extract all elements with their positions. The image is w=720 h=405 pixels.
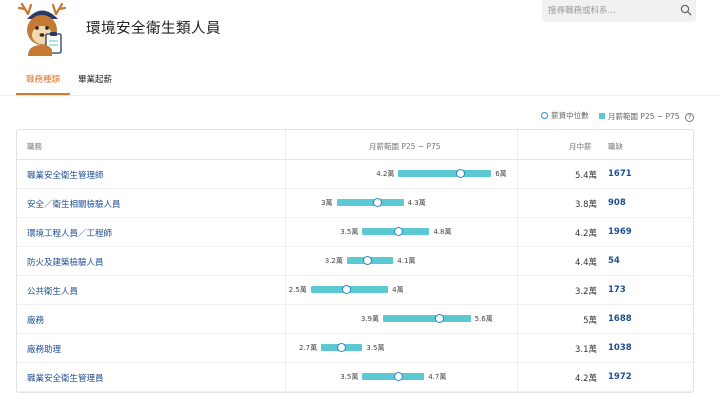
legend-median-label: 薪資中位數: [551, 111, 589, 120]
p25-label: 2.7萬: [298, 344, 318, 352]
table-row[interactable]: 職業安全衛生管理師 4.2萬 6萬 5.4萬 1671: [17, 160, 693, 189]
job-title-link[interactable]: 廠務: [27, 314, 44, 326]
legend-range-label: 月薪範圍 P25 ~ P75: [608, 111, 680, 121]
job-count-link[interactable]: 1671: [608, 169, 632, 179]
job-count-link[interactable]: 1969: [608, 227, 632, 237]
help-icon[interactable]: ?: [685, 113, 694, 122]
table-header: 職務 月薪範圍 P25 ~ P75 月中薪 職缺: [17, 130, 693, 160]
median-marker: [362, 256, 372, 265]
p75-label: 4.8萬: [433, 228, 452, 236]
median-dot-icon: [541, 112, 549, 119]
salary-range-chart: 2.5萬 4萬: [285, 276, 517, 305]
job-title-link[interactable]: 職業安全衛生管理員: [27, 372, 104, 384]
salary-range-chart: 3.2萬 4.1萬: [285, 247, 517, 276]
tab-graduate-salary[interactable]: 畢業起薪: [78, 73, 112, 85]
salary-range-bar: [336, 199, 404, 206]
salary-range-bar: [398, 170, 492, 177]
median-salary: 4.2萬: [574, 229, 597, 239]
p75-label: 4.3萬: [407, 199, 426, 207]
job-count-link[interactable]: 1972: [608, 372, 632, 382]
salary-range-chart: 3.9萬 5.6萬: [285, 305, 517, 334]
job-title-link[interactable]: 職業安全衛生管理師: [27, 169, 104, 181]
job-count-link[interactable]: 54: [608, 256, 620, 266]
salary-range-chart: 3.5萬 4.8萬: [285, 218, 517, 247]
p25-label: 3.5萬: [340, 228, 359, 236]
p25-label: 3.5萬: [340, 373, 359, 381]
job-count-link[interactable]: 173: [608, 285, 626, 295]
median-salary: 4.2萬: [574, 374, 597, 384]
job-title-link[interactable]: 公共衛生人員: [27, 285, 78, 297]
p75-label: 5.6萬: [474, 315, 493, 323]
median-marker: [393, 227, 403, 236]
search-input[interactable]: [548, 3, 672, 19]
salary-range-chart: 3.5萬 4.7萬: [285, 363, 517, 392]
p75-label: 4.1萬: [397, 257, 416, 265]
median-salary: 5萬: [583, 316, 597, 326]
salary-table: 職務 月薪範圍 P25 ~ P75 月中薪 職缺 職業安全衛生管理師 4.2萬 6萬…: [16, 129, 694, 393]
page-header: 環境安全衛生類人員: [0, 0, 720, 62]
median-salary: 5.4萬: [574, 171, 597, 181]
salary-range-bar: [382, 315, 471, 322]
chart-legend: 薪資中位數 月薪範圍 P25 ~ P75 ?: [533, 110, 694, 122]
deer-mascot-logo: [17, 2, 67, 56]
salary-range-chart: 4.2萬 6萬: [285, 160, 517, 189]
p75-label: 3.5萬: [366, 344, 385, 352]
table-row[interactable]: 廠務 3.9萬 5.6萬 5萬 1688: [17, 305, 693, 334]
p25-label: 3.2萬: [324, 257, 343, 265]
header-median: 月中薪: [569, 142, 592, 151]
salary-range-chart: 2.7萬 3.5萬: [285, 334, 517, 363]
job-title-link[interactable]: 廠務助理: [27, 343, 61, 355]
p75-label: 4萬: [392, 286, 404, 294]
legend-median: 薪資中位數: [541, 110, 589, 121]
job-title-link[interactable]: 環境工程人員／工程師: [27, 227, 112, 239]
job-title-link[interactable]: 防火及建築檢驗人員: [27, 256, 104, 268]
p25-label: 3.9萬: [360, 315, 379, 323]
header-job: 職務: [27, 142, 42, 151]
table-row[interactable]: 安全／衛生相關檢驗人員 3萬 4.3萬 3.8萬 908: [17, 189, 693, 218]
job-count-link[interactable]: 1038: [608, 343, 632, 353]
tab-job-types[interactable]: 職務種類: [16, 73, 70, 95]
tabs-divider: [0, 95, 720, 96]
median-salary: 3.2萬: [574, 287, 597, 297]
median-salary: 3.8萬: [574, 200, 597, 210]
header-count: 職缺: [608, 142, 623, 151]
table-row[interactable]: 廠務助理 2.7萬 3.5萬 3.1萬 1038: [17, 334, 693, 363]
header-range: 月薪範圍 P25 ~ P75: [369, 142, 441, 151]
table-row[interactable]: 職業安全衛生管理員 3.5萬 4.7萬 4.2萬 1972: [17, 363, 693, 392]
table-row[interactable]: 公共衛生人員 2.5萬 4萬 3.2萬 173: [17, 276, 693, 305]
p25-label: 3萬: [321, 199, 333, 207]
job-count-link[interactable]: 908: [608, 198, 626, 208]
median-marker: [455, 169, 465, 178]
p25-label: 4.2萬: [376, 170, 395, 178]
search-icon[interactable]: [680, 4, 692, 16]
job-count-link[interactable]: 1688: [608, 314, 632, 324]
p75-label: 4.7萬: [428, 373, 447, 381]
p25-label: 2.5萬: [288, 286, 307, 294]
median-marker: [393, 372, 403, 381]
job-title-link[interactable]: 安全／衛生相關檢驗人員: [27, 198, 121, 210]
table-row[interactable]: 防火及建築檢驗人員 3.2萬 4.1萬 4.4萬 54: [17, 247, 693, 276]
table-row[interactable]: 環境工程人員／工程師 3.5萬 4.8萬 4.2萬 1969: [17, 218, 693, 247]
range-bar-icon: [599, 113, 606, 119]
median-salary: 4.4萬: [574, 258, 597, 268]
salary-range-chart: 3萬 4.3萬: [285, 189, 517, 218]
median-salary: 3.1萬: [574, 345, 597, 355]
p75-label: 6萬: [495, 170, 507, 178]
legend-range: 月薪範圍 P25 ~ P75: [599, 111, 680, 122]
page-title: 環境安全衛生類人員: [86, 21, 221, 37]
search-bar[interactable]: [542, 0, 696, 22]
